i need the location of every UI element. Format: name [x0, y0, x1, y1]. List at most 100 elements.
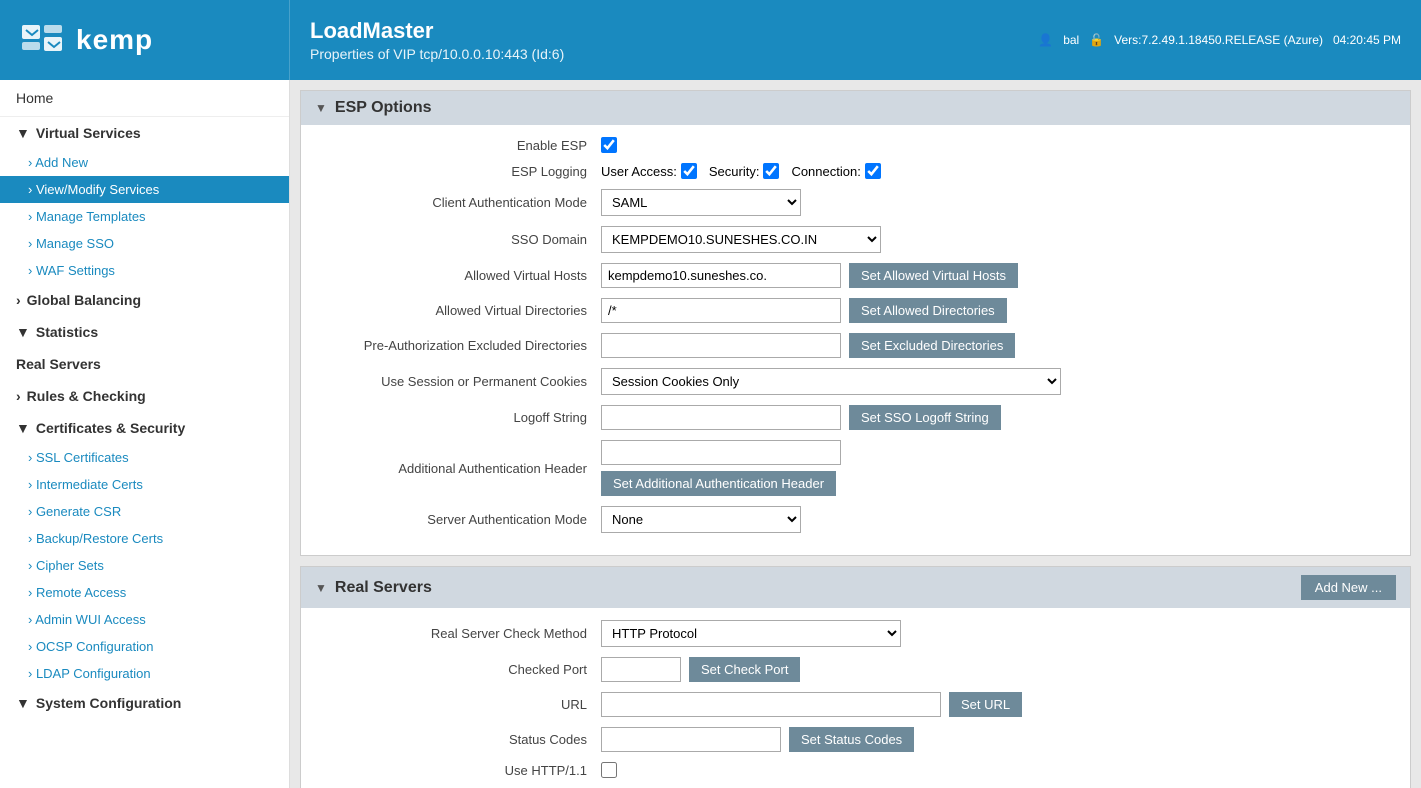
sidebar-section-system[interactable]: ▼ System Configuration — [0, 687, 289, 719]
logging-user-access-checkbox[interactable] — [681, 163, 697, 179]
real-servers-panel-title: Real Servers — [335, 579, 432, 597]
sidebar-item-view-modify[interactable]: › View/Modify Services — [0, 176, 289, 203]
logoff-string-input[interactable] — [601, 405, 841, 430]
url-input[interactable] — [601, 692, 941, 717]
page-subtitle: Properties of VIP tcp/10.0.0.10:443 (Id:… — [310, 46, 998, 62]
set-allowed-dirs-btn[interactable]: Set Allowed Directories — [849, 298, 1007, 323]
esp-panel-title-area: ▼ ESP Options — [315, 99, 432, 117]
server-auth-mode-label: Server Authentication Mode — [321, 512, 601, 527]
set-sso-logoff-btn[interactable]: Set SSO Logoff String — [849, 405, 1001, 430]
client-auth-mode-row: Client Authentication Mode SAML None For… — [321, 189, 1390, 216]
add-new-btn[interactable]: Add New ... — [1301, 575, 1396, 600]
client-auth-mode-select[interactable]: SAML None Form Based Basic — [601, 189, 801, 216]
sidebar-item-ssl-certs[interactable]: › SSL Certificates — [0, 444, 289, 471]
esp-panel-title: ESP Options — [335, 99, 432, 117]
enable-esp-control — [601, 137, 1390, 153]
pre-auth-excluded-row: Pre-Authorization Excluded Directories S… — [321, 333, 1390, 358]
check-method-select[interactable]: HTTP Protocol ICMP TCP None — [601, 620, 901, 647]
check-method-control: HTTP Protocol ICMP TCP None — [601, 620, 1390, 647]
pre-auth-excluded-input[interactable] — [601, 333, 841, 358]
url-row: URL Set URL — [321, 692, 1390, 717]
main-content: ▼ ESP Options Enable ESP ESP Logging — [290, 80, 1421, 788]
body-wrap: Home ▼ Virtual Services › Add New › View… — [0, 80, 1421, 788]
set-allowed-virtual-hosts-btn[interactable]: Set Allowed Virtual Hosts — [849, 263, 1018, 288]
logging-security-label: Security: — [709, 164, 760, 179]
set-url-btn[interactable]: Set URL — [949, 692, 1022, 717]
additional-auth-header-input[interactable] — [601, 440, 841, 465]
chevron-down-icon: ▼ — [16, 125, 30, 141]
allowed-virtual-hosts-input[interactable] — [601, 263, 841, 288]
logo-text: kemp — [76, 24, 153, 56]
enable-esp-checkbox[interactable] — [601, 137, 617, 153]
sidebar-section-global-balancing[interactable]: › Global Balancing — [0, 284, 289, 316]
status-codes-input[interactable] — [601, 727, 781, 752]
logoff-string-label: Logoff String — [321, 410, 601, 425]
logoff-string-control: Set SSO Logoff String — [601, 405, 1390, 430]
sso-domain-label: SSO Domain — [321, 232, 601, 247]
sidebar-item-add-new[interactable]: › Add New — [0, 149, 289, 176]
sidebar-section-virtual-services[interactable]: ▼ Virtual Services — [0, 117, 289, 149]
sidebar-item-manage-sso[interactable]: › Manage SSO — [0, 230, 289, 257]
checked-port-row: Checked Port Set Check Port — [321, 657, 1390, 682]
logging-user-access: User Access: — [601, 163, 697, 179]
sidebar-section-label-stats: Statistics — [36, 324, 98, 340]
allowed-virtual-hosts-row: Allowed Virtual Hosts Set Allowed Virtua… — [321, 263, 1390, 288]
sidebar-item-backup-restore[interactable]: › Backup/Restore Certs — [0, 525, 289, 552]
sidebar-item-home[interactable]: Home — [0, 80, 289, 117]
esp-logging-row: ESP Logging User Access: Security: — [321, 163, 1390, 179]
set-excluded-dirs-btn[interactable]: Set Excluded Directories — [849, 333, 1015, 358]
sidebar-item-cipher-sets[interactable]: › Cipher Sets — [0, 552, 289, 579]
app-title: LoadMaster — [310, 18, 998, 44]
logging-options: User Access: Security: Connection: — [601, 163, 881, 179]
logo-area: kemp — [0, 0, 290, 80]
logout-icon[interactable]: 🔓 — [1089, 33, 1104, 47]
set-check-port-btn[interactable]: Set Check Port — [689, 657, 800, 682]
header-right: 👤 bal 🔓 Vers:7.2.49.1.18450.RELEASE (Azu… — [1018, 0, 1421, 80]
logging-security: Security: — [709, 163, 780, 179]
sidebar-section-statistics[interactable]: ▼ Statistics — [0, 316, 289, 348]
session-cookies-control: Session Cookies Only Permanent Cookies — [601, 368, 1390, 395]
sidebar-item-real-servers[interactable]: Real Servers — [0, 348, 289, 380]
sidebar-item-intermediate-certs[interactable]: › Intermediate Certs — [0, 471, 289, 498]
allowed-virtual-dirs-input[interactable] — [601, 298, 841, 323]
sidebar-section-certs[interactable]: ▼ Certificates & Security — [0, 412, 289, 444]
session-cookies-select[interactable]: Session Cookies Only Permanent Cookies — [601, 368, 1061, 395]
use-http11-checkbox[interactable] — [601, 762, 617, 778]
allowed-virtual-dirs-row: Allowed Virtual Directories Set Allowed … — [321, 298, 1390, 323]
esp-panel-body: Enable ESP ESP Logging User Access: — [301, 125, 1410, 555]
real-servers-panel-toggle[interactable]: ▼ — [315, 581, 327, 595]
enable-esp-row: Enable ESP — [321, 137, 1390, 153]
esp-panel-toggle[interactable]: ▼ — [315, 101, 327, 115]
session-cookies-label: Use Session or Permanent Cookies — [321, 374, 601, 389]
client-auth-mode-control: SAML None Form Based Basic — [601, 189, 1390, 216]
sso-domain-select[interactable]: KEMPDEMO10.SUNESHES.CO.IN — [601, 226, 881, 253]
sidebar-section-label-gb: Global Balancing — [27, 292, 141, 308]
esp-logging-label: ESP Logging — [321, 164, 601, 179]
sidebar: Home ▼ Virtual Services › Add New › View… — [0, 80, 290, 788]
server-auth-mode-select[interactable]: None Basic Form Based — [601, 506, 801, 533]
logging-security-checkbox[interactable] — [763, 163, 779, 179]
logging-connection-checkbox[interactable] — [865, 163, 881, 179]
sidebar-item-remote-access[interactable]: › Remote Access — [0, 579, 289, 606]
sidebar-section-rules[interactable]: › Rules & Checking — [0, 380, 289, 412]
chevron-down-icon-sys: ▼ — [16, 695, 30, 711]
user-icon: 👤 — [1038, 33, 1053, 47]
sidebar-item-generate-csr[interactable]: › Generate CSR — [0, 498, 289, 525]
sidebar-item-manage-templates[interactable]: › Manage Templates — [0, 203, 289, 230]
allowed-virtual-dirs-label: Allowed Virtual Directories — [321, 303, 601, 318]
sidebar-item-ldap[interactable]: › LDAP Configuration — [0, 660, 289, 687]
sidebar-item-waf-settings[interactable]: › WAF Settings — [0, 257, 289, 284]
logoff-string-row: Logoff String Set SSO Logoff String — [321, 405, 1390, 430]
use-http11-control — [601, 762, 1390, 778]
set-additional-auth-btn[interactable]: Set Additional Authentication Header — [601, 471, 836, 496]
sidebar-item-ocsp[interactable]: › OCSP Configuration — [0, 633, 289, 660]
sidebar-item-admin-wui[interactable]: › Admin WUI Access — [0, 606, 289, 633]
sso-domain-row: SSO Domain KEMPDEMO10.SUNESHES.CO.IN — [321, 226, 1390, 253]
header-time: 04:20:45 PM — [1333, 33, 1401, 47]
additional-auth-header-control: Set Additional Authentication Header — [601, 440, 1390, 496]
checked-port-input[interactable] — [601, 657, 681, 682]
set-status-codes-btn[interactable]: Set Status Codes — [789, 727, 914, 752]
chevron-down-icon-certs: ▼ — [16, 420, 30, 436]
allowed-virtual-dirs-control: Set Allowed Directories — [601, 298, 1390, 323]
chevron-right-icon-stats: ▼ — [16, 324, 30, 340]
